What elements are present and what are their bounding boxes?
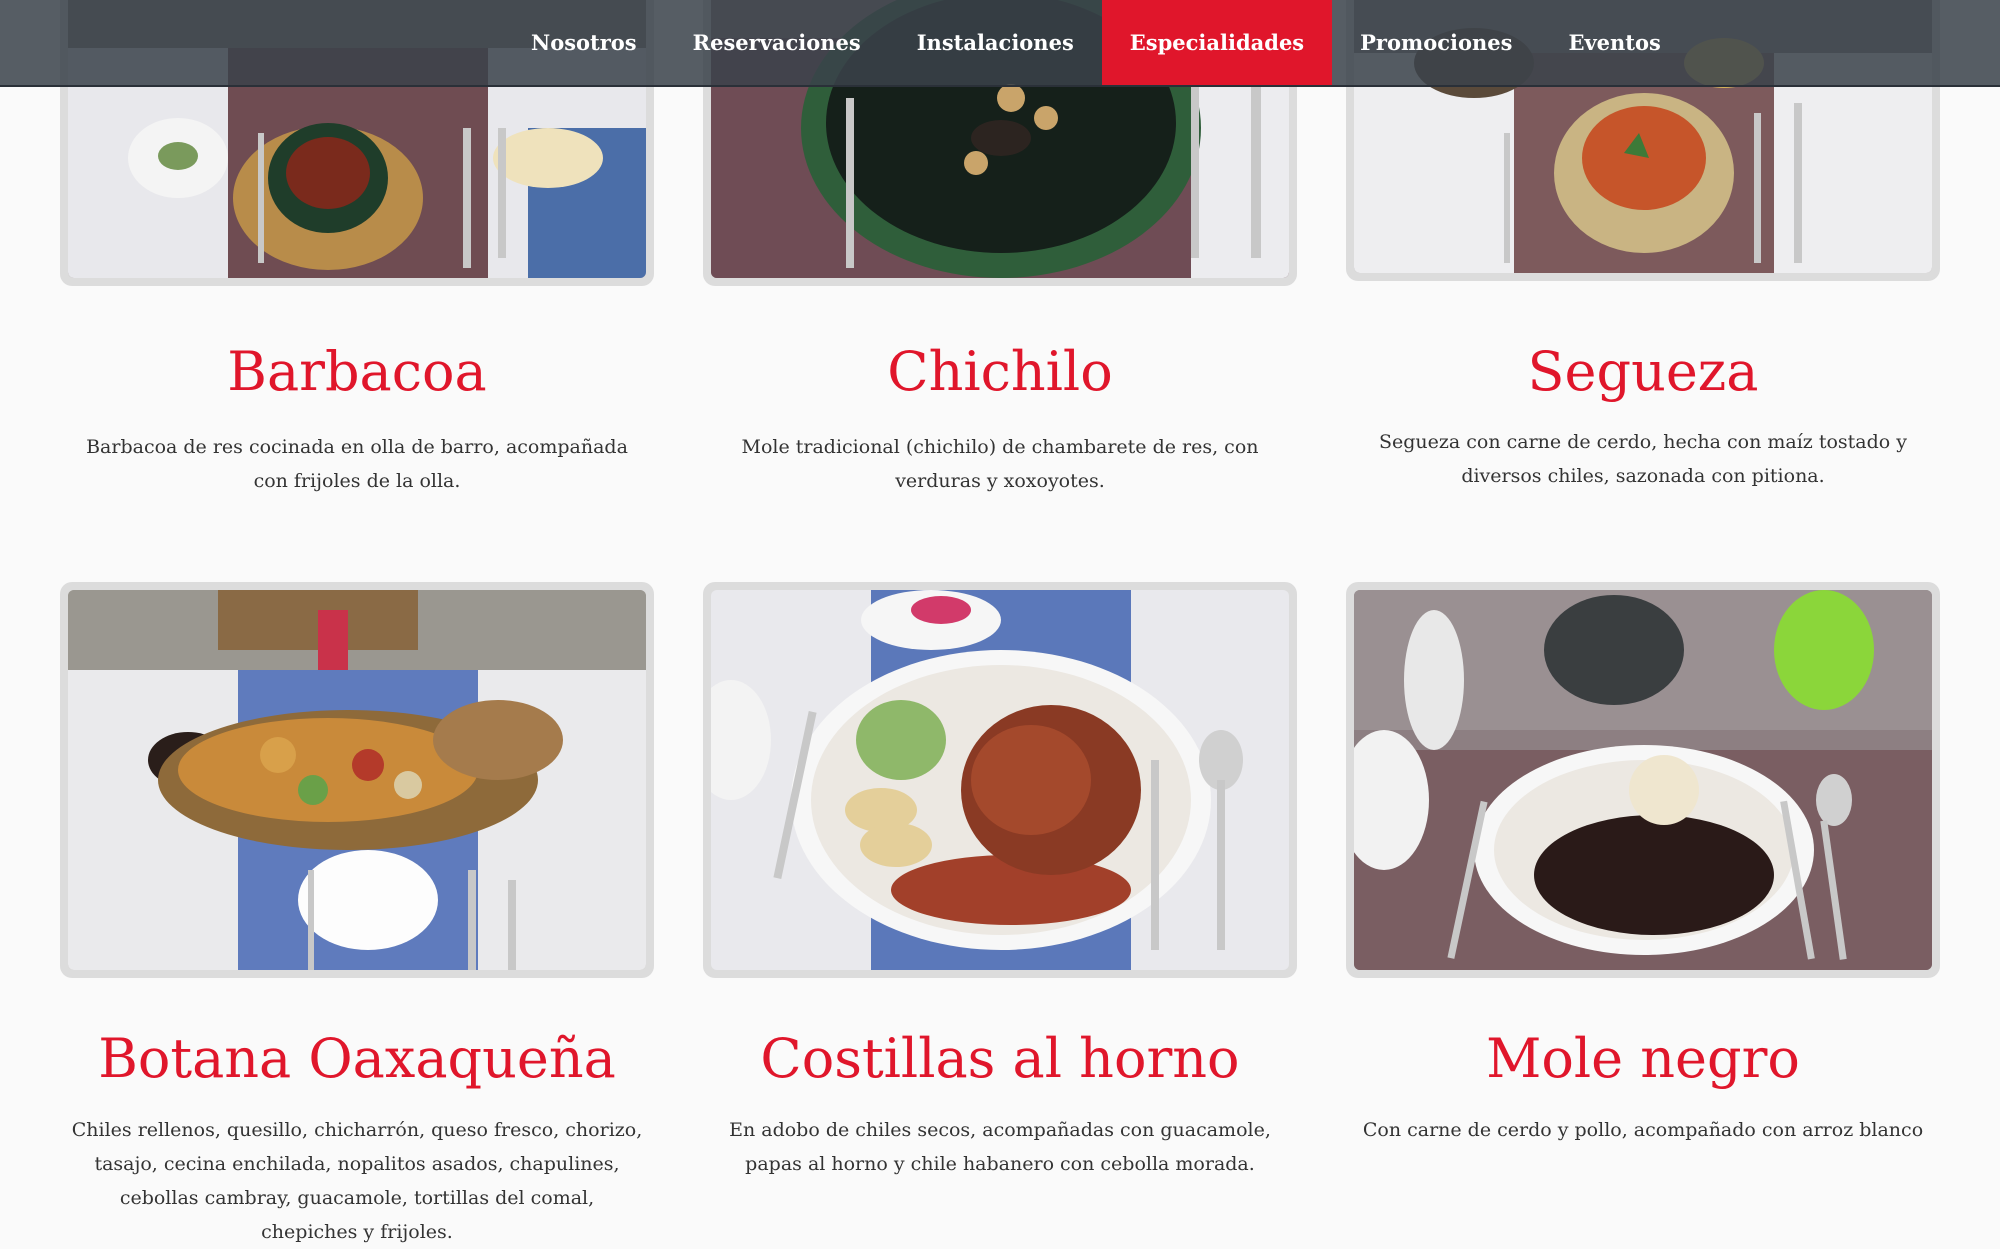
dish-title: Segueza (1527, 340, 1759, 403)
nav-item-nosotros[interactable]: Nosotros (503, 0, 665, 85)
dish-title: Costillas al horno (760, 1027, 1240, 1090)
dish-description: Segueza con carne de cerdo, hecha con ma… (1378, 431, 1908, 487)
nav-menu: Nosotros Reservaciones Instalaciones Esp… (503, 0, 1689, 85)
dish-description: Chiles rellenos, quesillo, chicharrón, q… (71, 1119, 643, 1243)
dish-description: Mole tradicional (chichilo) de chambaret… (741, 436, 1259, 492)
dish-card-mole-negro: Mole negro Con carne de cerdo y pollo, a… (1346, 582, 1940, 1141)
dish-description: Barbacoa de res cocinada en olla de barr… (86, 436, 628, 492)
dish-photo[interactable] (1346, 582, 1940, 978)
nav-item-promociones[interactable]: Promociones (1332, 0, 1540, 85)
dish-title: Barbacoa (227, 340, 487, 403)
top-navigation: Nosotros Reservaciones Instalaciones Esp… (0, 0, 2000, 87)
dish-photo[interactable] (703, 582, 1297, 978)
nav-item-especialidades[interactable]: Especialidades (1101, 0, 1333, 85)
botana-photo-illustration (68, 590, 646, 970)
costillas-photo-illustration (711, 590, 1289, 970)
dish-photo[interactable] (60, 582, 654, 978)
dish-description: Con carne de cerdo y pollo, acompañado c… (1362, 1119, 1924, 1141)
dish-card-costillas-al-horno: Costillas al horno En adobo de chiles se… (703, 582, 1297, 1175)
dish-description: En adobo de chiles secos, acompañadas co… (729, 1119, 1271, 1175)
nav-item-instalaciones[interactable]: Instalaciones (889, 0, 1102, 85)
mole-negro-photo-illustration (1354, 590, 1932, 970)
dish-card-botana-oaxaquena: Botana Oaxaqueña Chiles rellenos, quesil… (60, 582, 654, 1243)
dish-title: Botana Oaxaqueña (98, 1027, 616, 1090)
nav-item-eventos[interactable]: Eventos (1540, 0, 1688, 85)
nav-item-reservaciones[interactable]: Reservaciones (665, 0, 889, 85)
dish-title: Mole negro (1486, 1027, 1800, 1090)
dish-title: Chichilo (887, 340, 1113, 403)
